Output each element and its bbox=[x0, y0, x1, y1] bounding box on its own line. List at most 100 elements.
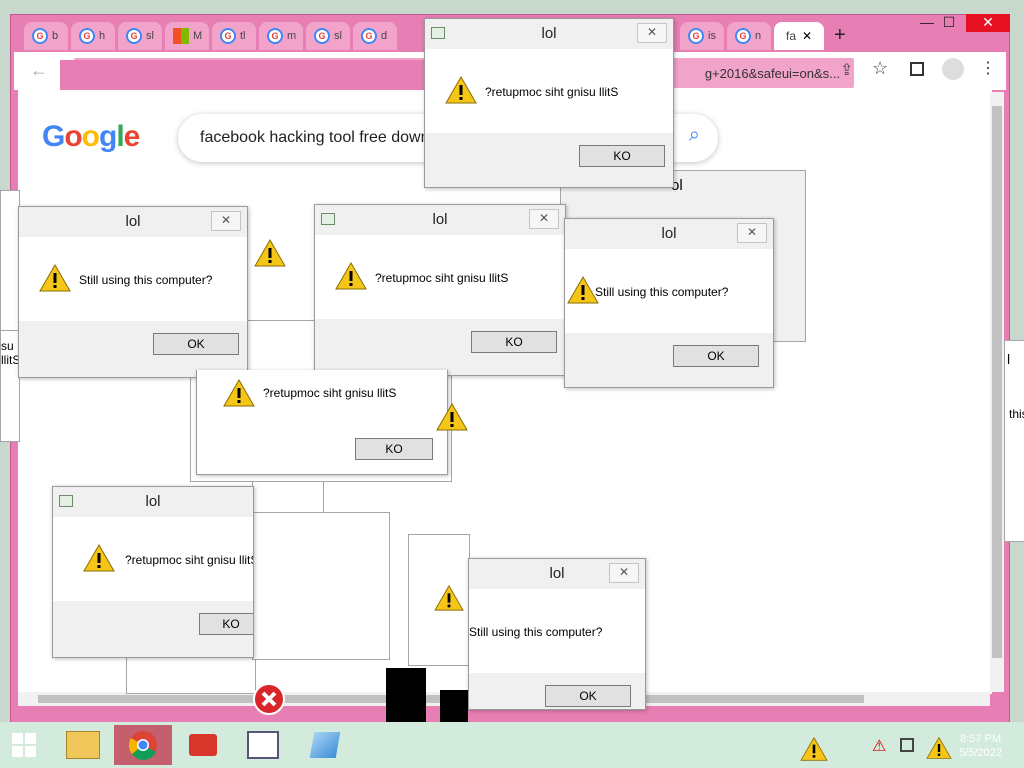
dialog-message: Still using this computer? bbox=[595, 285, 729, 299]
dialog-message: Still using this computer? bbox=[79, 273, 213, 287]
vertical-scrollbar[interactable] bbox=[990, 92, 1004, 692]
tab-4[interactable]: M bbox=[165, 22, 209, 50]
tab-label: sl bbox=[146, 30, 154, 42]
google-favicon-icon: G bbox=[32, 28, 48, 44]
side-panel-icon[interactable] bbox=[910, 62, 924, 76]
taskbar-file-explorer[interactable] bbox=[54, 725, 112, 765]
network-error-icon[interactable]: ⚠ bbox=[872, 736, 894, 755]
window-app-icon bbox=[247, 731, 279, 759]
tab-2[interactable]: Gh bbox=[71, 22, 115, 50]
google-favicon-icon: G bbox=[361, 28, 377, 44]
search-query: facebook hacking tool free down bbox=[200, 129, 430, 146]
google-favicon-icon: G bbox=[735, 28, 751, 44]
google-favicon-icon: G bbox=[220, 28, 236, 44]
ok-button[interactable]: OK bbox=[153, 333, 239, 355]
dialog-window: ?retupmoc siht gnisu llitS KO bbox=[196, 370, 448, 475]
warning-icon bbox=[39, 263, 71, 292]
dialog-close-button[interactable]: ✕ bbox=[211, 211, 241, 231]
dialog-close-button[interactable]: ✕ bbox=[529, 209, 559, 229]
ok-button[interactable]: KO bbox=[199, 613, 253, 635]
dialog-close-button[interactable]: ✕ bbox=[609, 563, 639, 583]
google-favicon-icon: G bbox=[688, 28, 704, 44]
taskbar-toolbox[interactable] bbox=[174, 725, 232, 765]
share-icon[interactable]: ⇪ bbox=[840, 60, 853, 80]
tab-label: h bbox=[99, 30, 106, 42]
bookmark-star-icon[interactable]: ☆ bbox=[872, 58, 888, 79]
dialog-message: Still using this computer? bbox=[469, 625, 603, 639]
tab-active[interactable]: fa ✕ bbox=[774, 22, 824, 50]
warning-icon bbox=[445, 75, 477, 104]
clock[interactable]: 8:57 PM 5/5/2022 bbox=[959, 732, 1002, 760]
search-icon[interactable]: ⌕ bbox=[689, 124, 700, 147]
dialog-title: lol bbox=[145, 493, 161, 510]
dialog-fragment: su llitS bbox=[0, 330, 20, 442]
dialog-fragment: l this bbox=[1004, 340, 1024, 542]
tab-6[interactable]: Gm bbox=[259, 22, 303, 50]
taskbar-app[interactable] bbox=[234, 725, 292, 765]
menu-kebab-icon[interactable]: ⋮ bbox=[980, 58, 996, 78]
warning-icon bbox=[223, 378, 255, 407]
tab-label: m bbox=[287, 30, 297, 42]
clock-date: 5/5/2022 bbox=[959, 747, 1002, 759]
notepad-icon bbox=[309, 732, 341, 758]
warning-icon bbox=[83, 543, 115, 572]
dialog-window: lol ✕ Still using this computer? OK bbox=[468, 558, 646, 710]
chrome-icon bbox=[128, 731, 157, 760]
ok-button[interactable]: KO bbox=[579, 145, 665, 167]
google-logo[interactable]: Google bbox=[42, 120, 140, 154]
fragment-text: this bbox=[1009, 407, 1024, 421]
dialog-fragment bbox=[0, 190, 20, 332]
taskbar-chrome[interactable] bbox=[114, 725, 172, 765]
tab-10[interactable]: Gn bbox=[727, 22, 771, 50]
tab-8[interactable]: Gd bbox=[353, 22, 397, 50]
dialog-window: lol ✕ ?retupmoc siht gnisu llitS KO bbox=[424, 18, 674, 188]
profile-avatar-icon[interactable] bbox=[942, 58, 964, 80]
fragment-text: l bbox=[1007, 351, 1011, 367]
tab-label: d bbox=[381, 30, 388, 42]
maximize-button[interactable]: ☐ bbox=[934, 14, 964, 32]
ghost-tab-strip bbox=[60, 60, 432, 90]
google-favicon-icon: G bbox=[314, 28, 330, 44]
tab-label: tl bbox=[240, 30, 246, 42]
dialog-close-button[interactable]: ✕ bbox=[737, 223, 767, 243]
ok-button[interactable]: OK bbox=[673, 345, 759, 367]
window-close-button[interactable]: ✕ bbox=[966, 14, 1010, 32]
scrollbar-thumb[interactable] bbox=[992, 106, 1002, 658]
system-tray-icon[interactable] bbox=[900, 738, 914, 752]
start-button[interactable] bbox=[0, 725, 48, 765]
tab-label: n bbox=[755, 30, 762, 42]
tab-label: b bbox=[52, 30, 59, 42]
dialog-message: ?retupmoc siht gnisu llitS bbox=[263, 386, 397, 400]
new-tab-button[interactable]: + bbox=[834, 24, 846, 47]
windows-logo-icon bbox=[12, 733, 36, 757]
dialog-title: lol bbox=[432, 211, 448, 228]
tab-1[interactable]: Gb bbox=[24, 22, 68, 50]
error-icon bbox=[253, 683, 285, 715]
address-bar-url: g+2016&safeui=on&s... bbox=[704, 66, 840, 81]
taskbar-notepad[interactable] bbox=[296, 725, 354, 765]
ok-button[interactable]: OK bbox=[545, 685, 631, 707]
folder-icon bbox=[66, 731, 100, 759]
dialog-message: ?retupmoc siht gnisu llitS bbox=[375, 271, 509, 285]
dialog-fragment bbox=[252, 512, 390, 660]
tab-close-icon[interactable]: ✕ bbox=[802, 29, 812, 43]
tab-7[interactable]: Gsl bbox=[306, 22, 350, 50]
ok-button[interactable]: KO bbox=[471, 331, 557, 353]
dialog-message: ?retupmoc siht gnisu llitS bbox=[125, 553, 254, 567]
back-icon[interactable]: ← bbox=[30, 60, 48, 81]
tab-3[interactable]: Gsl bbox=[118, 22, 162, 50]
google-favicon-icon: G bbox=[126, 28, 142, 44]
ok-button[interactable]: KO bbox=[355, 438, 433, 460]
warning-icon bbox=[335, 261, 367, 290]
warning-icon bbox=[926, 736, 952, 759]
tab-label: fa bbox=[786, 29, 797, 43]
google-favicon-icon: G bbox=[267, 28, 283, 44]
dialog-message: ?retupmoc siht gnisu llitS bbox=[485, 85, 619, 99]
tab-5[interactable]: Gtl bbox=[212, 22, 256, 50]
dialog-close-button[interactable]: ✕ bbox=[637, 23, 667, 43]
warning-icon bbox=[436, 402, 468, 431]
tab-9[interactable]: Gis bbox=[680, 22, 724, 50]
dialog-window: lol ✕ Still using this computer? OK bbox=[564, 218, 774, 388]
tab-label: sl bbox=[334, 30, 342, 42]
dialog-window: lol ?retupmoc siht gnisu llitS KO bbox=[52, 486, 254, 658]
